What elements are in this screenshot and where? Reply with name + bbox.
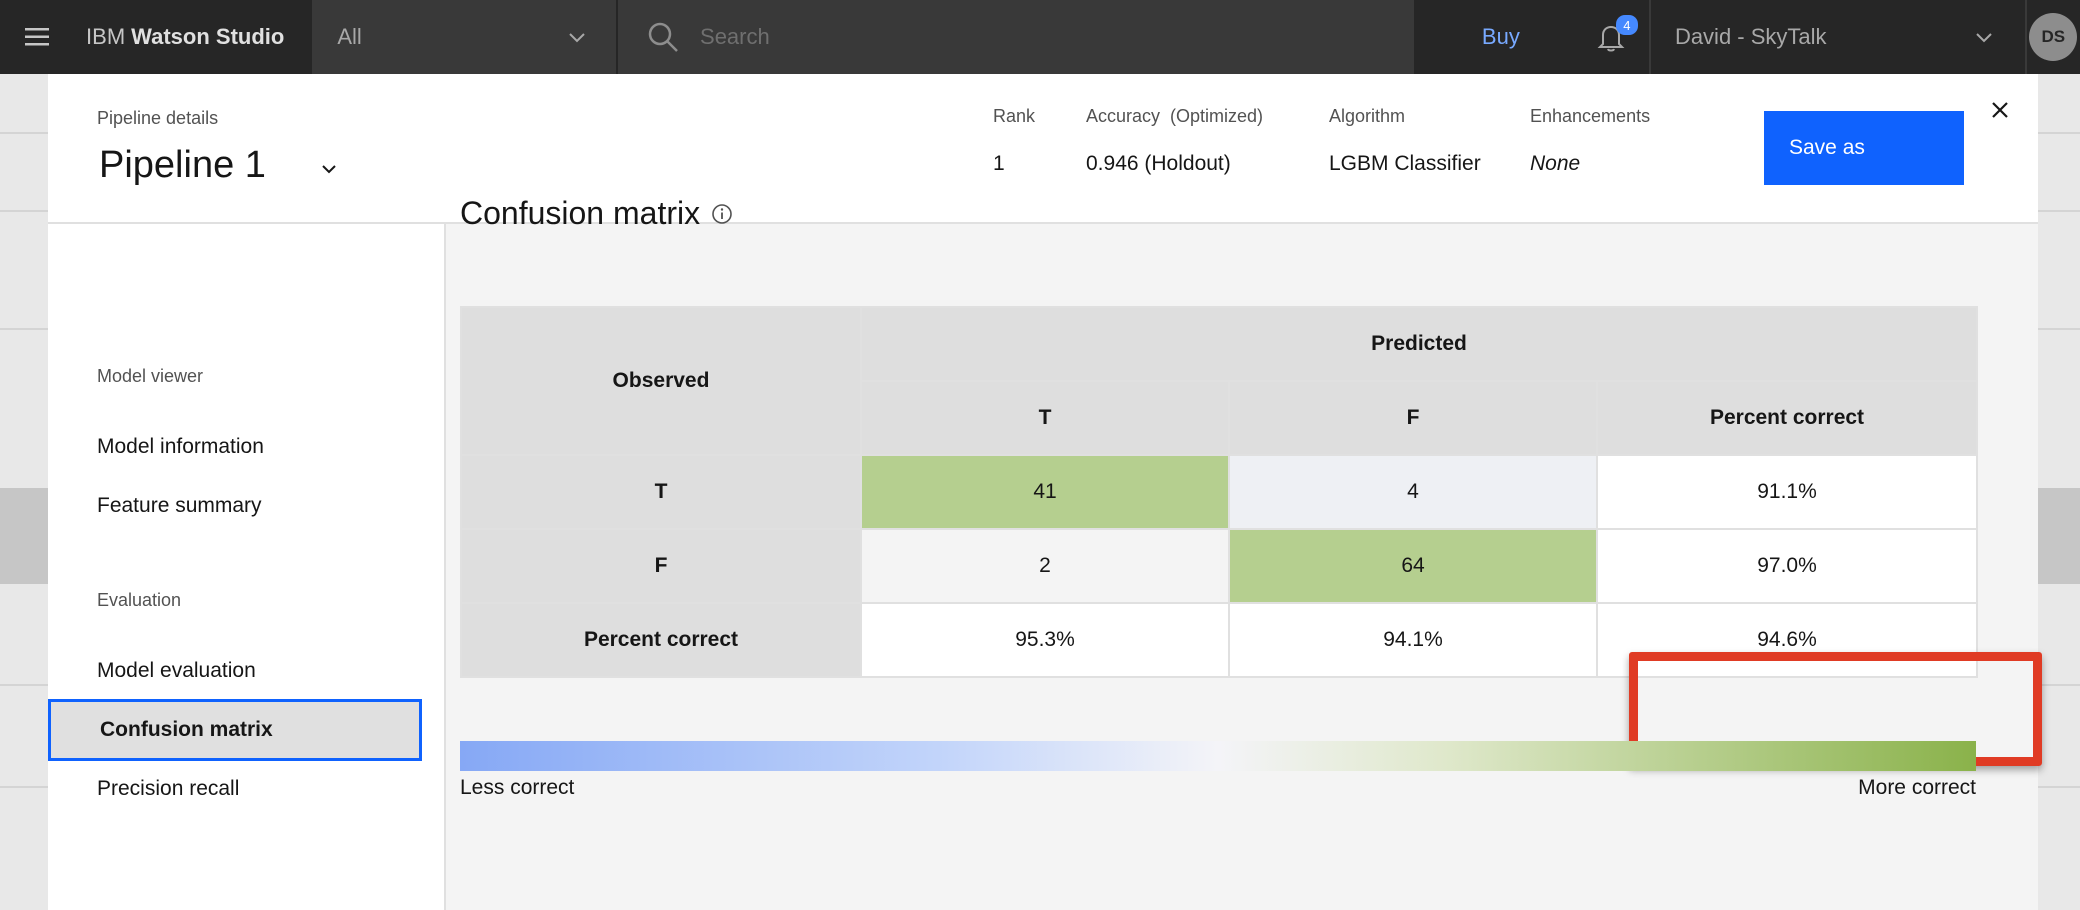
nav-item-confusion-matrix[interactable]: Confusion matrix [48, 699, 422, 761]
observed-f-label: F [460, 528, 862, 604]
buy-link[interactable]: Buy [1428, 0, 1574, 74]
pipeline-details-label: Pipeline details [97, 108, 219, 128]
cell-f-t: 2 [860, 528, 1230, 604]
accuracy-label: Accuracy (Optimized) [1086, 106, 1264, 126]
confusion-matrix-table: Observed Predicted T F Percent correct T… [460, 306, 1979, 678]
brand-prefix: IBM [86, 24, 126, 49]
left-nav: Model viewer Model information Feature s… [48, 224, 446, 910]
algorithm-meta: Algorithm LGBM Classifier [1329, 106, 1481, 176]
cell-f-f: 64 [1228, 528, 1598, 604]
cell-pct-t: 95.3% [860, 602, 1230, 678]
observed-header: Observed [460, 306, 862, 456]
nav-section-model-viewer: Model viewer [97, 366, 204, 386]
avatar: DS [2029, 13, 2078, 61]
cell-f-pct: 97.0% [1595, 528, 1979, 604]
enhancements-meta: Enhancements None [1530, 106, 1650, 176]
account-switcher[interactable]: David - SkyTalk [1648, 0, 2025, 74]
chevron-down-icon[interactable] [316, 156, 342, 182]
confusion-matrix-title: Confusion matrix [460, 195, 734, 232]
rank-meta: Rank 1 [993, 106, 1035, 176]
rank-value: 1 [993, 152, 1005, 175]
correctness-color-scale [460, 741, 1976, 771]
cell-t-f: 4 [1228, 454, 1598, 530]
notifications-button[interactable]: 4 [1574, 0, 1649, 74]
product-brand[interactable]: IBM Watson Studio [73, 0, 312, 74]
pipeline-title[interactable]: Pipeline 1 [99, 144, 266, 187]
table-row: F 2 64 97.0% [460, 528, 1979, 604]
percent-correct-row-label: Percent correct [460, 602, 862, 678]
notification-badge: 4 [1615, 15, 1638, 35]
algorithm-value: LGBM Classifier [1329, 152, 1481, 175]
nav-item-model-evaluation[interactable]: Model evaluation [97, 659, 256, 683]
scope-value: All [337, 24, 362, 49]
observed-t-label: T [460, 454, 862, 530]
nav-item-precision-recall[interactable]: Precision recall [97, 777, 239, 801]
search-input[interactable]: Search [618, 0, 1414, 74]
table-header-row: Observed Predicted [460, 306, 1979, 456]
nav-item-feature-summary[interactable]: Feature summary [97, 494, 262, 518]
confusion-matrix-heading: Confusion matrix [460, 195, 701, 231]
chevron-down-icon [1975, 33, 1992, 43]
search-icon [648, 22, 678, 52]
info-icon[interactable] [710, 202, 734, 226]
avatar-button[interactable]: DS [2024, 0, 2080, 74]
predicted-header: Predicted [859, 306, 1979, 382]
accuracy-meta: Accuracy (Optimized) 0.946 (Holdout) [1086, 106, 1263, 176]
table-row: T 41 4 91.1% [460, 454, 1979, 530]
scale-label-more: More correct [1858, 776, 1976, 799]
rank-label: Rank [993, 106, 1036, 126]
nav-section-evaluation: Evaluation [97, 590, 182, 610]
scope-dropdown[interactable]: All [312, 0, 617, 74]
nav-item-model-information[interactable]: Model information [97, 435, 264, 459]
close-icon[interactable] [1986, 96, 2014, 124]
scale-label-less: Less correct [460, 776, 575, 799]
predicted-t-header: T [860, 380, 1230, 456]
account-name: David - SkyTalk [1674, 24, 1827, 49]
accuracy-value: 0.946 (Holdout) [1086, 152, 1231, 175]
menu-icon[interactable] [0, 0, 73, 74]
cell-pct-f: 94.1% [1228, 602, 1598, 678]
brand-name: Watson Studio [131, 24, 285, 49]
percent-correct-header: Percent correct [1595, 380, 1979, 456]
enhancements-label: Enhancements [1530, 106, 1651, 126]
top-bar: IBM Watson Studio All Search Buy 4 David… [0, 0, 2080, 74]
chevron-down-icon [569, 33, 585, 43]
algorithm-label: Algorithm [1329, 106, 1406, 126]
save-as-button[interactable]: Save as [1764, 111, 1964, 185]
cell-t-pct: 91.1% [1595, 454, 1979, 530]
enhancements-value: None [1530, 152, 1581, 175]
search-placeholder: Search [700, 24, 770, 49]
predicted-f-header: F [1228, 380, 1598, 456]
modal-header: Pipeline details Pipeline 1 Rank 1 Accur… [48, 74, 2038, 224]
cell-t-t: 41 [860, 454, 1230, 530]
